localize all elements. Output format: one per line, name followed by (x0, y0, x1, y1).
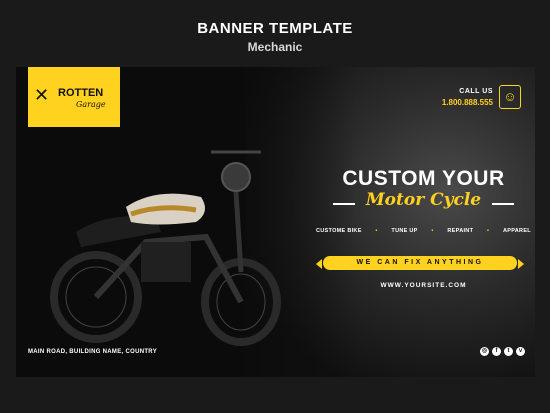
vimeo-icon[interactable]: v (516, 347, 525, 356)
social-links: ◎ f t v (480, 347, 525, 356)
bullet-icon: • (486, 228, 490, 234)
logo: ✕ ROTTEN Garage (28, 67, 120, 127)
logo-text: ROTTEN (58, 87, 104, 99)
mechanic-icon: ☺ (499, 85, 521, 109)
bullet-icon: • (431, 228, 434, 234)
service-item: REPAINT (447, 228, 474, 234)
arrow-right-icon (518, 259, 524, 269)
service-item: APPAREL (502, 228, 531, 234)
headline-script: Motor Cycle (365, 190, 482, 210)
page-title: BANNER TEMPLATE (197, 20, 353, 37)
tagline-banner: WE CAN FIX ANYTHING (323, 256, 517, 270)
website-link[interactable]: WWW.YOURSITE.COM (316, 282, 531, 289)
banner: ✕ ROTTEN Garage CALL US 1.800.888.555 ☺ … (16, 67, 535, 377)
bullet-icon: • (375, 228, 378, 234)
call-label: CALL US (459, 88, 493, 95)
instagram-icon[interactable]: ◎ (480, 347, 489, 356)
service-item: TUNE UP (391, 228, 418, 234)
services-list: CUSTOME BIKE • TUNE UP • REPAINT • APPAR… (316, 228, 531, 234)
motorcycle-image (50, 150, 281, 346)
twitter-icon[interactable]: t (504, 347, 513, 356)
divider-right (492, 203, 514, 205)
arrow-left-icon (316, 259, 322, 269)
service-item: CUSTOME BIKE (316, 228, 362, 234)
phone-number[interactable]: 1.800.888.555 (442, 98, 493, 107)
wrench-icon: ✕ (34, 85, 50, 105)
address: MAIN ROAD, BUILDING NAME, COUNTRY (28, 349, 158, 355)
headline: CUSTOM YOUR (342, 167, 505, 190)
logo-subtext: Garage (76, 100, 106, 109)
page-subtitle: Mechanic (247, 40, 303, 54)
facebook-icon[interactable]: f (492, 347, 501, 356)
